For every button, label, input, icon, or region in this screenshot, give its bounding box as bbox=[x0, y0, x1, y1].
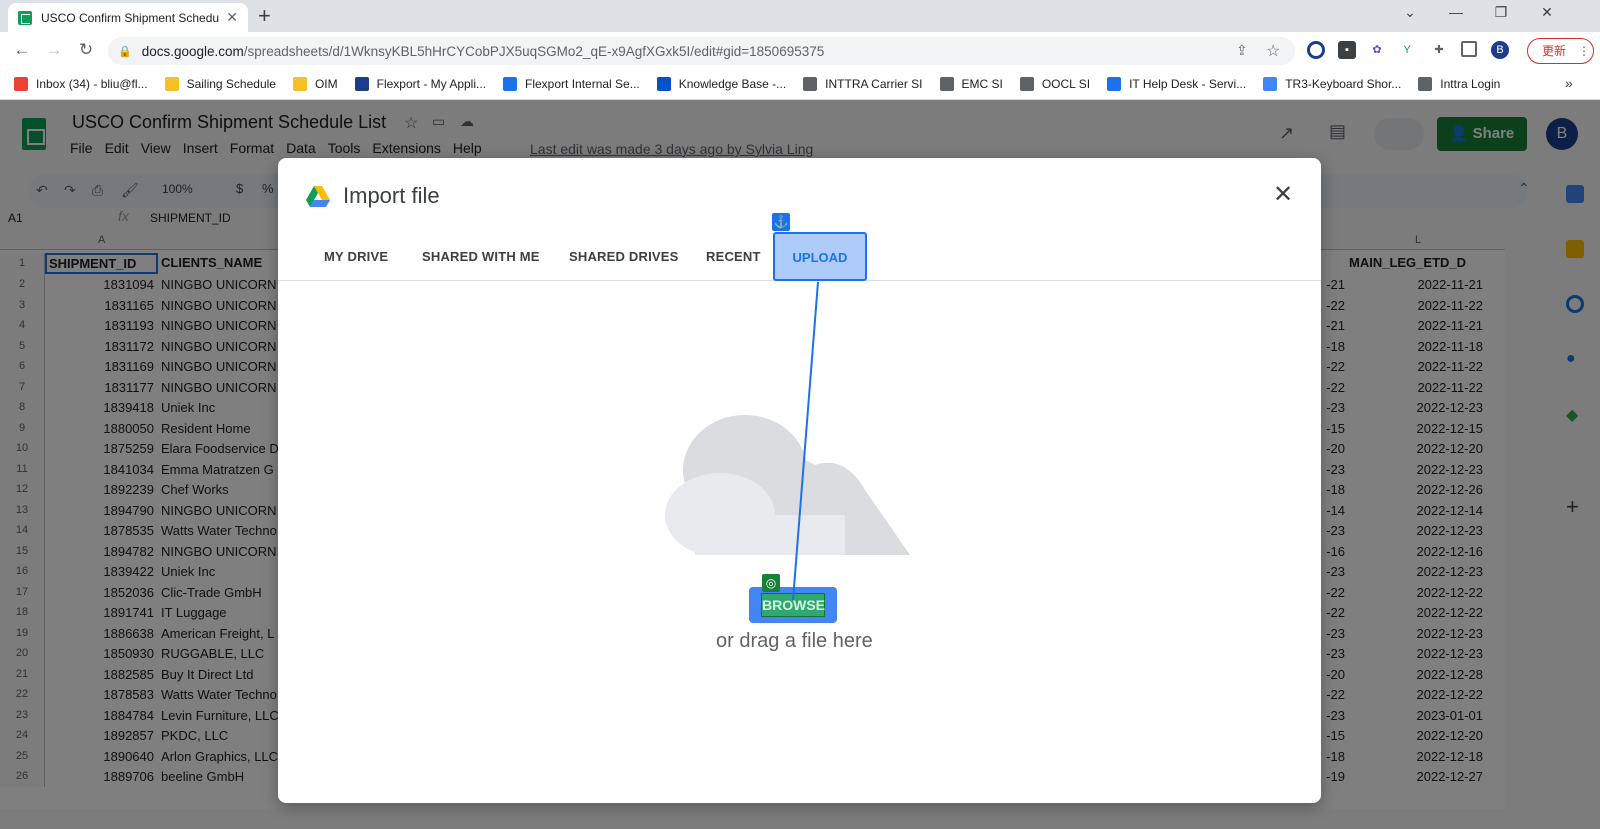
browse-label[interactable]: BROWSE bbox=[761, 593, 825, 617]
tab-search-icon[interactable]: ⌄ bbox=[1400, 4, 1420, 21]
update-label: 更新 bbox=[1542, 44, 1567, 58]
close-icon[interactable]: ✕ bbox=[1273, 180, 1293, 209]
bookmark-item[interactable]: folder-icon OIM bbox=[292, 77, 338, 91]
bookmark-item[interactable]: info-icon Inttra Login bbox=[1418, 77, 1500, 91]
bookmark-label: Inbox (34) - bliu@fl... bbox=[36, 77, 148, 91]
browser-tab-title: USCO Confirm Shipment Schedu bbox=[41, 10, 220, 25]
bookmark-label: Flexport Internal Se... bbox=[525, 77, 640, 91]
bookmark-label: OIM bbox=[314, 77, 338, 91]
bookmark-item[interactable]: atlassian-icon Knowledge Base -... bbox=[656, 77, 787, 91]
extension-flower-icon[interactable]: ✿ bbox=[1368, 41, 1386, 59]
window-close-icon[interactable]: ✕ bbox=[1537, 4, 1557, 21]
bookmark-label: TR3-Keyboard Shor... bbox=[1285, 77, 1402, 91]
bookmark-icon: gmail-icon bbox=[14, 77, 28, 91]
bookmark-icon: globe-icon bbox=[939, 77, 954, 91]
extension-icon[interactable]: ▪ bbox=[1338, 41, 1356, 59]
bookmark-icon: folder-icon bbox=[164, 77, 179, 91]
puzzle-icon[interactable]: ✚ bbox=[1430, 41, 1448, 59]
update-button[interactable]: 更新 ⋮ bbox=[1527, 38, 1594, 64]
bookmark-icon: globe-icon bbox=[1019, 77, 1034, 91]
bookmark-icon: folder-icon bbox=[292, 77, 307, 91]
bookmark-label: OOCL SI bbox=[1041, 77, 1091, 91]
extension-plant-icon[interactable]: Y bbox=[1398, 41, 1416, 59]
bookmark-item[interactable]: flexport-icon IT Help Desk - Servi... bbox=[1107, 77, 1246, 91]
tab-upload[interactable]: UPLOAD bbox=[773, 232, 867, 281]
restore-icon[interactable]: ❐ bbox=[1491, 4, 1511, 21]
dialog-title: Import file bbox=[343, 183, 440, 208]
profile-avatar[interactable]: B bbox=[1491, 41, 1509, 59]
target-marker-icon: ◎ bbox=[762, 574, 780, 592]
url-host: docs.google.com bbox=[141, 43, 244, 59]
drag-hint: or drag a file here bbox=[716, 630, 873, 652]
bookmark-item[interactable]: globe-icon INTTRA Carrier SI bbox=[803, 77, 923, 91]
lock-icon: 🔒 bbox=[118, 45, 132, 58]
bookmark-star-icon[interactable]: ☆ bbox=[1266, 41, 1280, 61]
bookmark-icon: globe-icon bbox=[803, 77, 818, 91]
browser-tab[interactable]: USCO Confirm Shipment Schedu ✕ bbox=[8, 3, 248, 32]
bookmark-item[interactable]: globe-icon EMC SI bbox=[939, 77, 1003, 91]
bookmark-item[interactable]: docs-icon TR3-Keyboard Shor... bbox=[1263, 77, 1401, 91]
back-icon[interactable]: ← bbox=[11, 40, 33, 60]
new-tab-icon[interactable]: + bbox=[258, 3, 271, 29]
address-bar[interactable]: 🔒 docs.google.com/spreadsheets/d/1WknsyK… bbox=[108, 37, 1295, 65]
bookmark-icon: atlassian-icon bbox=[656, 77, 671, 91]
bookmark-icon: docs-icon bbox=[1263, 77, 1278, 91]
bookmark-item[interactable]: gmail-icon Inbox (34) - bliu@fl... bbox=[14, 77, 148, 91]
bookmark-icon: flexport-icon bbox=[503, 77, 518, 91]
close-tab-icon[interactable]: ✕ bbox=[226, 9, 238, 26]
tab-my-drive[interactable]: MY DRIVE bbox=[324, 249, 388, 264]
url-path: /spreadsheets/d/1WknsyKBL5hHrCYCobPJX5uq… bbox=[243, 43, 825, 59]
bookmark-label: IT Help Desk - Servi... bbox=[1129, 77, 1247, 91]
bookmark-item[interactable]: folder-icon Sailing Schedule bbox=[164, 77, 276, 91]
bookmark-item[interactable]: okta-icon Flexport - My Appli... bbox=[354, 77, 487, 91]
bookmark-label: Knowledge Base -... bbox=[678, 77, 787, 91]
reload-icon[interactable]: ↻ bbox=[75, 40, 97, 60]
sheets-favicon-icon bbox=[18, 10, 32, 25]
bookmark-label: EMC SI bbox=[961, 77, 1003, 91]
tab-shared-with-me[interactable]: SHARED WITH ME bbox=[422, 249, 540, 264]
bookmark-label: Sailing Schedule bbox=[186, 77, 276, 91]
okta-extension-icon[interactable] bbox=[1307, 41, 1325, 59]
bookmark-icon: flexport-icon bbox=[1107, 77, 1122, 91]
bookmark-label: Flexport - My Appli... bbox=[376, 77, 487, 91]
bookmark-item[interactable]: flexport-icon Flexport Internal Se... bbox=[503, 77, 640, 91]
more-bookmarks-icon[interactable]: » bbox=[1565, 75, 1573, 91]
bookmark-label: Inttra Login bbox=[1440, 77, 1501, 91]
bookmark-label: INTTRA Carrier SI bbox=[825, 77, 923, 91]
tab-shared-drives[interactable]: SHARED DRIVES bbox=[569, 249, 679, 264]
forward-icon[interactable]: → bbox=[43, 40, 65, 60]
anchor-marker-icon: ⚓ bbox=[772, 213, 790, 231]
bookmark-icon: info-icon bbox=[1418, 77, 1433, 91]
tab-recent[interactable]: RECENT bbox=[706, 249, 761, 264]
side-panel-icon[interactable] bbox=[1461, 41, 1477, 57]
minimize-icon[interactable]: — bbox=[1446, 4, 1466, 20]
google-drive-icon bbox=[306, 186, 330, 207]
bookmarks-bar: gmail-icon Inbox (34) - bliu@fl... folder-… bbox=[0, 69, 1600, 100]
kebab-menu-icon: ⋮ bbox=[1578, 44, 1591, 58]
bookmark-icon: okta-icon bbox=[354, 77, 369, 91]
cloud-illustration-icon bbox=[665, 415, 910, 555]
share-page-icon[interactable]: ⇪ bbox=[1236, 42, 1248, 59]
bookmark-item[interactable]: globe-icon OOCL SI bbox=[1019, 77, 1091, 91]
